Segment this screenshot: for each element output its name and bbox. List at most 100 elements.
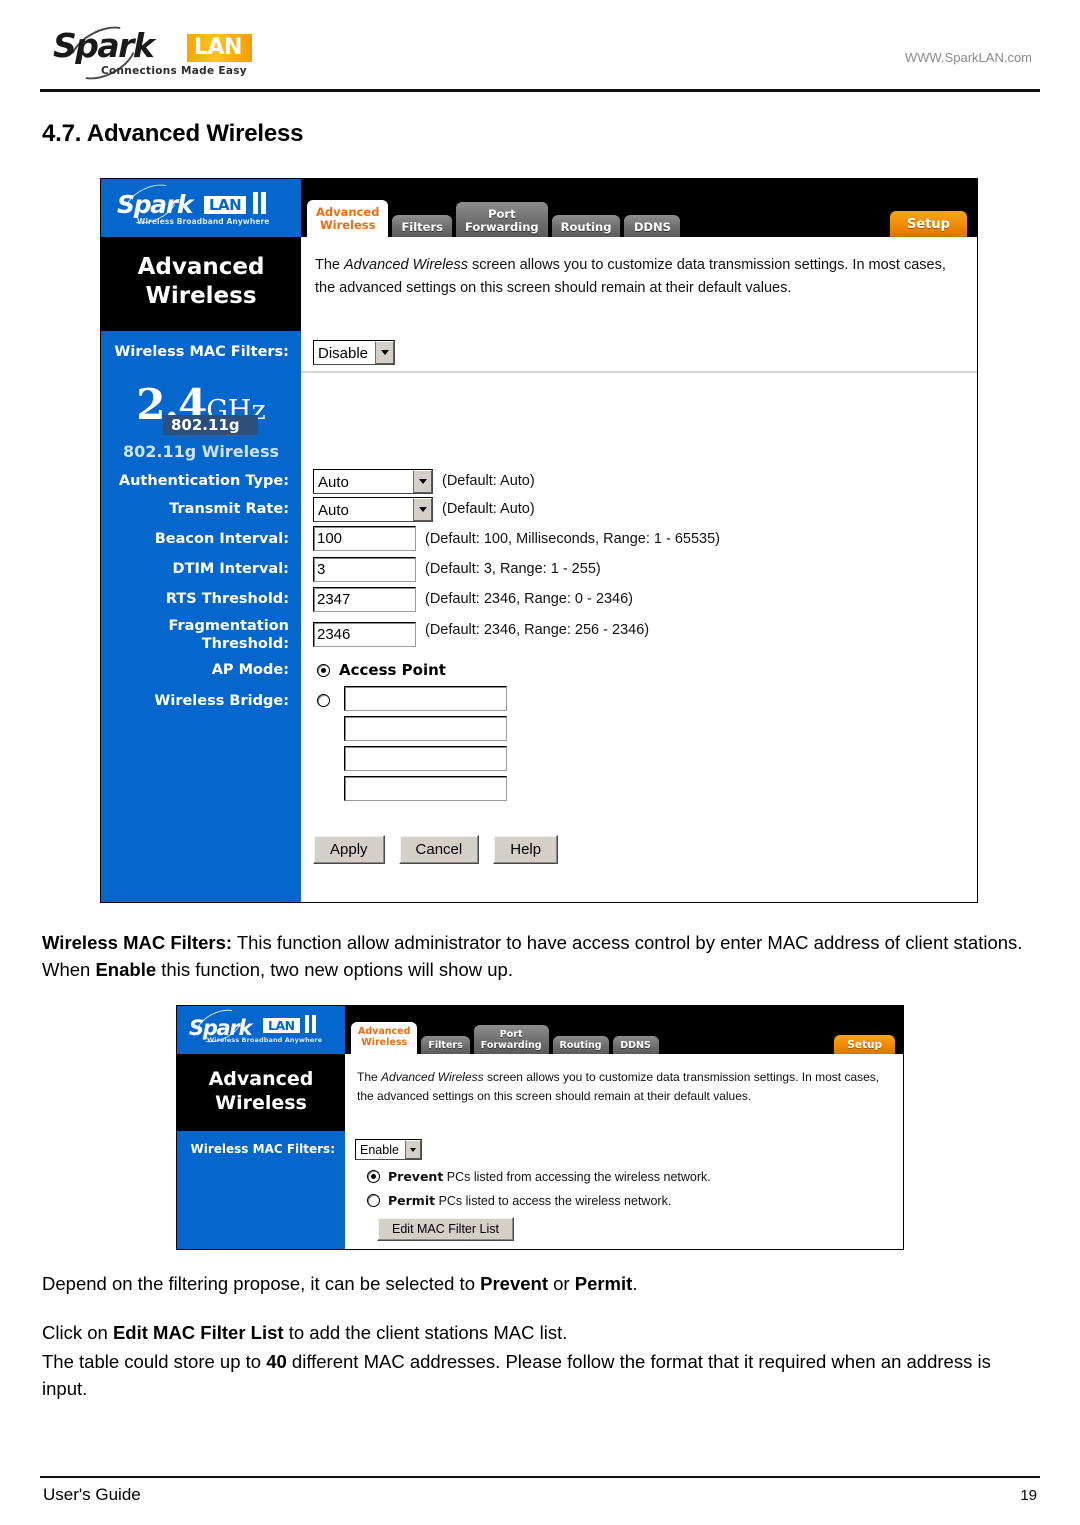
header-website-url: WWW.SparkLAN.com <box>904 50 1032 65</box>
band-standard-badge: 802.11g <box>163 415 258 435</box>
chevron-down-icon[interactable] <box>413 469 432 493</box>
router-logo-bars-icon <box>253 192 266 214</box>
panel-title-line1: Advanced <box>137 254 265 280</box>
paragraph-3-term: Edit MAC Filter List <box>112 1322 284 1343</box>
tab-label-line1: DDNS <box>620 1039 651 1051</box>
mac-filters-label: Wireless MAC Filters: <box>101 331 301 373</box>
tab-filters[interactable]: Filters <box>392 214 452 237</box>
wireless-bridge-input-2[interactable] <box>344 716 507 741</box>
cancel-button[interactable]: Cancel <box>398 835 480 864</box>
wireless-bridge-inputs <box>344 686 507 801</box>
tab-label-line1: DDNS <box>633 219 671 234</box>
authentication-type-value: Auto <box>318 473 349 491</box>
mac-filter-options-body: Wireless MAC Filters: Enable Prevent PCs… <box>177 1131 903 1249</box>
dtim-interval-input[interactable]: 3 <box>313 556 416 582</box>
router-logo: Spark LAN Wireless Broadband Anywhere <box>101 176 301 237</box>
tab-routing[interactable]: Routing <box>552 1035 609 1054</box>
permit-radio[interactable] <box>367 1194 380 1207</box>
label-wireless-bridge: Wireless Bridge: <box>154 693 289 709</box>
transmit-rate-select[interactable]: Auto <box>313 496 433 522</box>
router-ui-screenshot-primary: Spark LAN Wireless Broadband Anywhere Ad… <box>100 176 978 903</box>
permit-term: Permit <box>388 1193 436 1208</box>
wireless-bridge-input-4[interactable] <box>344 776 507 801</box>
router-settings-body: 2.4GHz 802.11g 802.11g Wireless Authenti… <box>101 373 977 902</box>
panel-description-2: The Advanced Wireless screen allows you … <box>345 1054 903 1131</box>
beacon-interval-input[interactable]: 100 <box>313 526 416 551</box>
mac-filters-label-column: Wireless MAC Filters: <box>177 1131 345 1249</box>
tab-ddns[interactable]: DDNS <box>624 214 681 237</box>
paragraph-table-capacity: The table could store up to 40 different… <box>40 1348 1040 1402</box>
mac-filters-select-2[interactable]: Enable <box>355 1139 422 1160</box>
header-divider <box>40 89 1040 92</box>
router-logo-bars-icon <box>305 1015 316 1033</box>
tab-ddns[interactable]: DDNS <box>612 1035 659 1054</box>
field-rts-threshold: 2347 (Default: 2346, Range: 0 - 2346) <box>313 584 977 614</box>
wireless-bridge-radio[interactable] <box>317 694 330 707</box>
panel-title: Advanced Wireless <box>101 237 301 331</box>
apply-button[interactable]: Apply <box>313 835 385 864</box>
permit-text: PCs listed to access the wireless networ… <box>435 1194 672 1208</box>
label-ap-mode: AP Mode: <box>211 662 289 678</box>
ap-mode-option-label: Access Point <box>339 661 446 679</box>
label-authentication-type: Authentication Type: <box>118 473 289 489</box>
router-logo-tagline: Wireless Broadband Anywhere <box>137 217 270 226</box>
page-header: Spark LAN Connections Made Easy WWW.Spar… <box>40 0 1040 92</box>
tab-port-forwarding[interactable]: Port Forwarding <box>456 202 548 237</box>
tab-label-line1: Routing <box>559 1039 602 1051</box>
tab-advanced-wireless[interactable]: Advanced Wireless <box>351 1022 418 1054</box>
setup-button[interactable]: Setup <box>834 1035 895 1054</box>
router-logo-2: Spark LAN Wireless Broadband Anywhere <box>177 1006 345 1054</box>
settings-control-column: Auto (Default: Auto) Auto (Default: Auto… <box>301 373 977 902</box>
authentication-type-note: (Default: Auto) <box>442 473 535 489</box>
paragraph-3-text-b: to add the client stations MAC list. <box>283 1322 568 1343</box>
description-emphasis: Advanced Wireless <box>381 1070 484 1084</box>
chevron-down-icon[interactable] <box>413 497 432 521</box>
mac-filters-label-2: Wireless MAC Filters: <box>177 1131 345 1167</box>
rts-threshold-note: (Default: 2346, Range: 0 - 2346) <box>425 591 633 607</box>
tab-label-line1: Port <box>488 207 516 221</box>
mac-filters-field: Disable <box>301 331 977 373</box>
tab-advanced-wireless[interactable]: Advanced Wireless <box>307 200 389 237</box>
mac-filters-select[interactable]: Disable <box>313 340 396 365</box>
wireless-bridge-input-3[interactable] <box>344 746 507 771</box>
transmit-rate-note: (Default: Auto) <box>442 501 535 517</box>
help-button[interactable]: Help <box>493 835 559 864</box>
page-footer: User's Guide 19 <box>40 1476 1040 1505</box>
sparklan-logo: Spark LAN Connections Made Easy <box>53 15 278 91</box>
panel-title-2: Advanced Wireless <box>177 1054 345 1131</box>
router-ui-screenshot-secondary: Spark LAN Wireless Broadband Anywhere Ad… <box>176 1005 904 1250</box>
tab-routing[interactable]: Routing <box>551 214 621 237</box>
wireless-bridge-input-1[interactable] <box>344 686 507 711</box>
mac-filters-value-2: Enable <box>360 1143 399 1157</box>
tab-filters[interactable]: Filters <box>421 1035 470 1054</box>
dtim-interval-note: (Default: 3, Range: 1 - 255) <box>425 561 601 577</box>
paragraph-2-term-1: Prevent <box>480 1273 548 1294</box>
router-topbar-2: Spark LAN Wireless Broadband Anywhere Ad… <box>177 1006 903 1054</box>
paragraph-1-term-2: Enable <box>95 959 157 980</box>
chevron-down-icon[interactable] <box>404 1140 421 1159</box>
fragmentation-threshold-input[interactable]: 2346 <box>313 622 416 647</box>
field-beacon-interval: 100 (Default: 100, Milliseconds, Range: … <box>313 523 977 554</box>
authentication-type-select[interactable]: Auto <box>313 468 433 494</box>
rts-threshold-input[interactable]: 2347 <box>313 586 416 612</box>
logo-wordmark: Spark <box>53 26 155 65</box>
chevron-down-icon[interactable] <box>375 341 395 364</box>
paragraph-4-text-a: The table could store up to <box>42 1351 267 1372</box>
router-logo-lan-badge: LAN <box>204 196 247 214</box>
footer-label: User's Guide <box>43 1485 141 1504</box>
label-transmit-rate: Transmit Rate: <box>169 501 289 517</box>
prevent-radio[interactable] <box>367 1170 380 1183</box>
settings-label-column: 2.4GHz 802.11g 802.11g Wireless Authenti… <box>101 373 301 902</box>
tab-label-line1: Filters <box>428 1039 463 1051</box>
ap-mode-radio-access-point[interactable] <box>317 663 330 677</box>
paragraph-wireless-mac-filters: Wireless MAC Filters: This function allo… <box>40 929 1040 983</box>
setup-button[interactable]: Setup <box>890 211 967 237</box>
logo-tagline: Connections Made Easy <box>101 65 247 77</box>
description-emphasis: Advanced Wireless <box>344 257 468 273</box>
edit-mac-filter-list-button[interactable]: Edit MAC Filter List <box>377 1217 514 1241</box>
tab-port-forwarding[interactable]: Port Forwarding <box>473 1025 549 1054</box>
router-description-row-2: Advanced Wireless The Advanced Wireless … <box>177 1054 903 1131</box>
label-beacon-interval: Beacon Interval: <box>154 530 289 547</box>
transmit-rate-value: Auto <box>318 501 349 519</box>
panel-title-line1: Advanced <box>208 1068 314 1090</box>
